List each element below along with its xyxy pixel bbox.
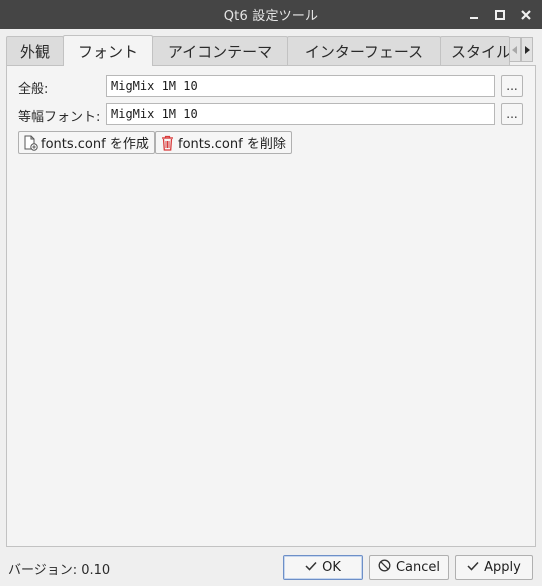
button-label: fonts.conf を作成 [41,137,149,152]
button-label: OK [322,560,341,575]
tab-label: フォント [77,42,138,61]
cancel-icon [378,559,391,576]
cancel-button[interactable]: Cancel [369,555,449,580]
check-icon [305,560,317,575]
delete-fonts-conf-button[interactable]: fonts.conf を削除 [155,131,292,154]
trash-icon [160,135,175,151]
window-controls [466,0,534,29]
button-label: ... [506,107,518,121]
check-icon [467,560,479,575]
tab-label: インターフェース [304,42,424,61]
tab-icon-theme[interactable]: アイコンテーマ [152,36,288,65]
general-font-label: 全般: [18,82,49,97]
fixed-font-value: MigMix 1M 10 [111,107,198,121]
ok-button[interactable]: OK [283,555,363,580]
create-fonts-conf-button[interactable]: fonts.conf を作成 [18,131,155,154]
title-bar: Qt6 設定ツール [0,0,542,29]
general-font-value: MigMix 1M 10 [111,79,198,93]
choose-general-font-button[interactable]: ... [501,75,523,97]
fonts-panel: 全般: MigMix 1M 10 ... 等幅フォント: MigMix 1M 1… [6,65,536,547]
maximize-icon[interactable] [492,7,508,23]
button-label: fonts.conf を削除 [178,137,286,152]
arrow-right-icon[interactable] [521,37,533,62]
close-icon[interactable] [518,7,534,23]
tab-appearance[interactable]: 外観 [6,36,64,65]
button-label: Cancel [395,560,441,575]
tab-interface[interactable]: インターフェース [287,36,441,65]
new-document-icon [23,135,38,151]
tab-label: スタイル [451,42,510,61]
arrow-left-icon[interactable] [509,37,521,62]
button-label: Apply [484,560,521,575]
general-font-field[interactable]: MigMix 1M 10 [106,75,495,97]
fixed-font-label: 等幅フォント: [18,110,101,125]
tab-fonts[interactable]: フォント [63,35,153,66]
choose-fixed-font-button[interactable]: ... [501,103,523,125]
tab-bar: 外観 フォント アイコンテーマ インターフェース スタイル [6,35,536,66]
window-title: Qt6 設定ツール [223,9,319,24]
tab-label: 外観 [19,42,50,61]
tab-style[interactable]: スタイル [440,36,510,65]
fixed-font-field[interactable]: MigMix 1M 10 [106,103,495,125]
version-label: バージョン: 0.10 [8,563,111,578]
minimize-icon[interactable] [466,7,482,23]
tab-label: アイコンテーマ [167,42,273,61]
apply-button[interactable]: Apply [455,555,533,580]
button-label: ... [506,79,518,93]
